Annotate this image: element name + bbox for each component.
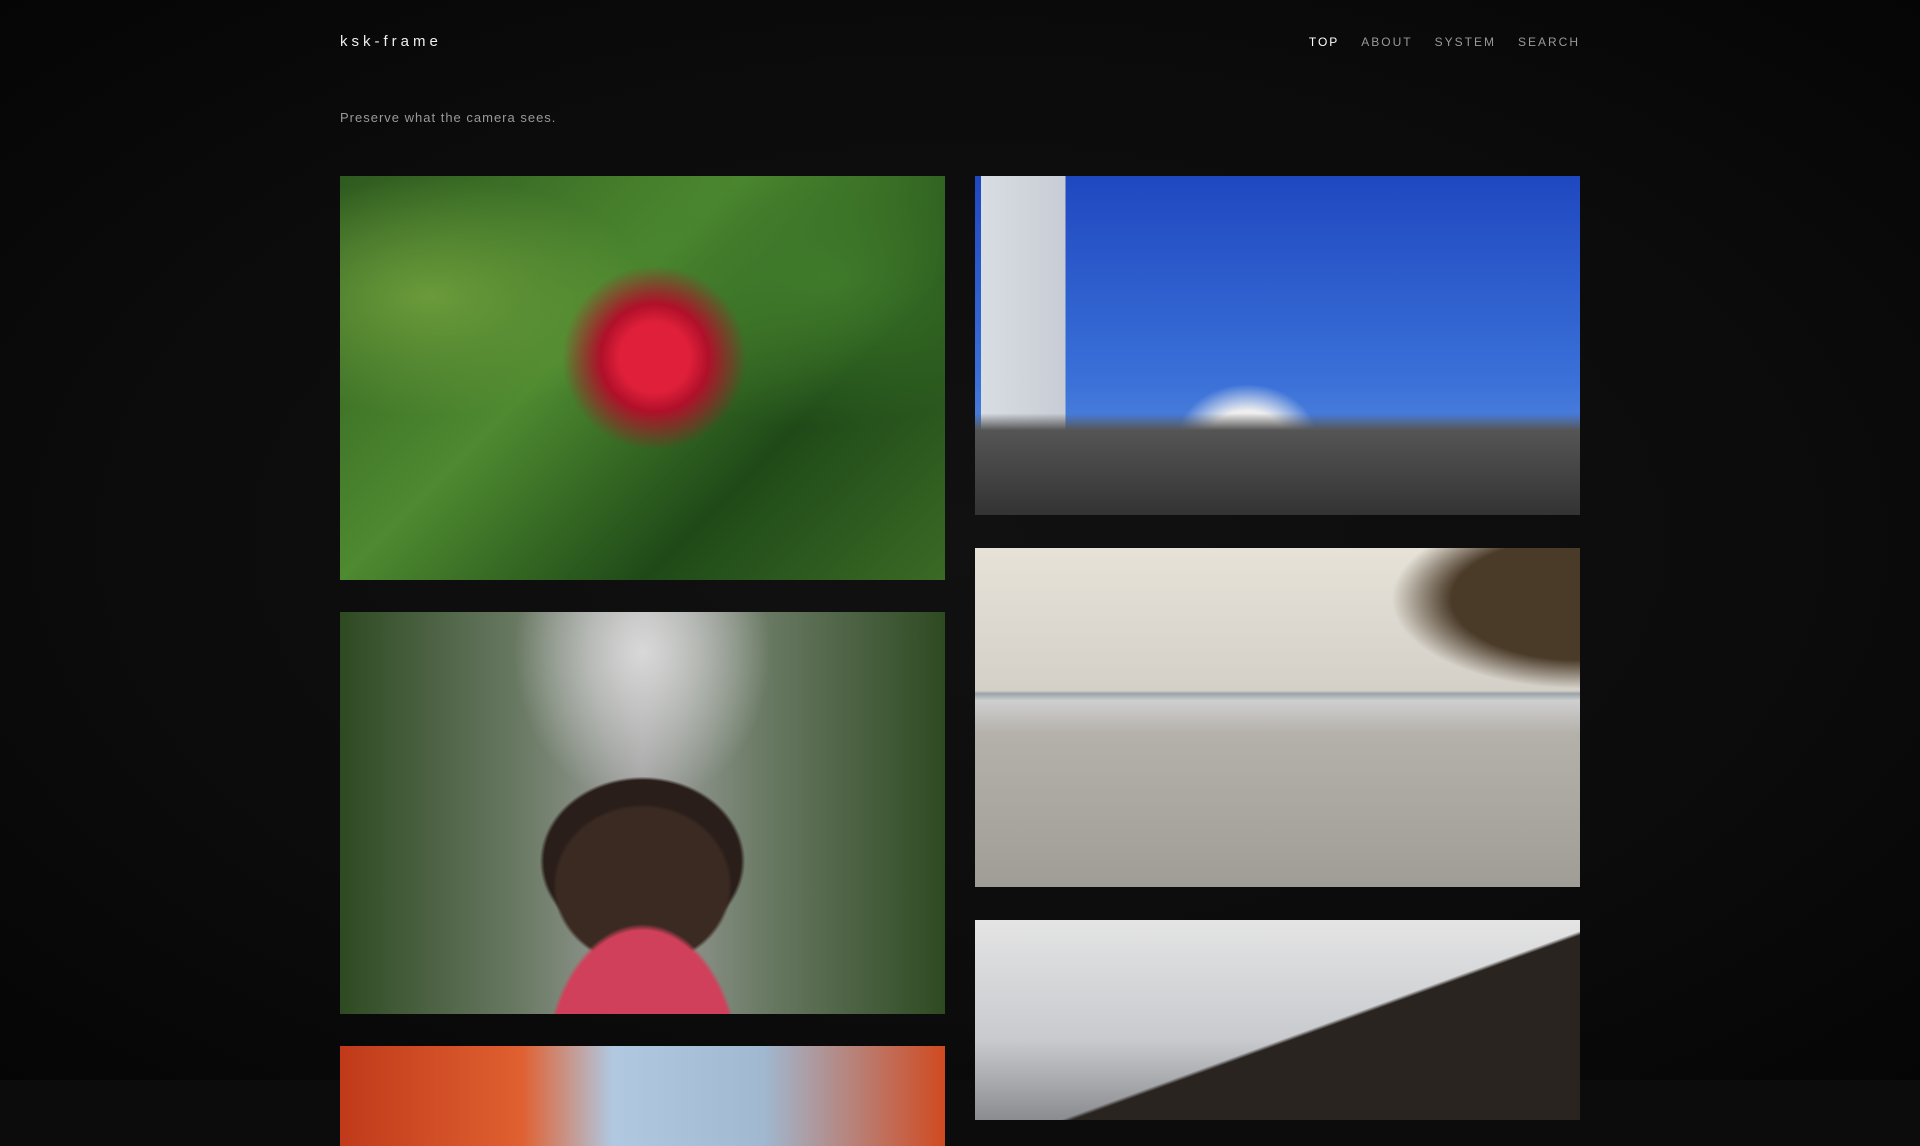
photo-girl-greenhouse[interactable]	[340, 612, 945, 1014]
main-nav: TOP ABOUT SYSTEM SEARCH	[1309, 35, 1580, 49]
photo-beach[interactable]	[975, 548, 1580, 887]
photo-red-flower[interactable]	[340, 176, 945, 580]
nav-about[interactable]: ABOUT	[1361, 35, 1412, 49]
photo-temple[interactable]	[975, 920, 1580, 1120]
site-logo[interactable]: ksk-frame	[340, 33, 442, 50]
nav-system[interactable]: SYSTEM	[1435, 35, 1496, 49]
photo-sailing-ship[interactable]	[975, 176, 1580, 515]
nav-top[interactable]: TOP	[1309, 35, 1339, 49]
nav-search[interactable]: SEARCH	[1518, 35, 1580, 49]
photo-autumn-leaves[interactable]	[340, 1046, 945, 1146]
tagline: Preserve what the camera sees.	[340, 110, 557, 125]
